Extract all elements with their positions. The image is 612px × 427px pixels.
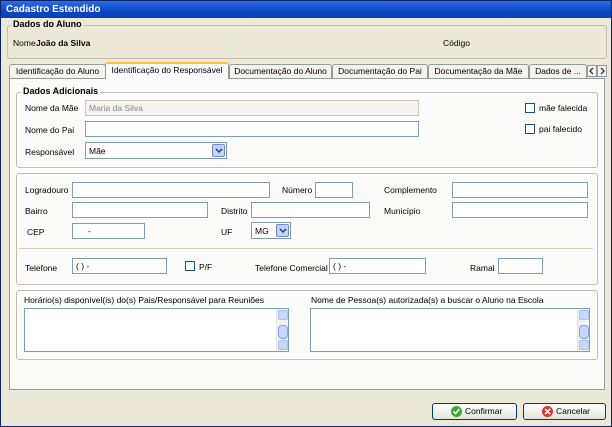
numero-label: Número (282, 185, 313, 195)
cep-field[interactable]: - (72, 223, 145, 239)
nome-value: João da Silva (36, 38, 91, 48)
aluno-group (7, 25, 607, 59)
pessoas-memo[interactable] (310, 308, 590, 352)
scroll-down-icon[interactable] (579, 340, 589, 350)
scroll-up-icon[interactable] (579, 310, 589, 320)
chevron-down-icon[interactable] (212, 144, 225, 157)
bairro-field[interactable] (72, 202, 208, 218)
uf-label: UF (221, 227, 233, 237)
scroll-thumb[interactable] (278, 325, 288, 339)
pai-falecido-checkbox[interactable] (525, 124, 535, 134)
check-icon (451, 406, 462, 417)
responsavel-label: Responsável (25, 147, 75, 157)
tel-comercial-label: Telefone Comercial (255, 263, 328, 273)
tab-documentacao-aluno[interactable]: Documentação do Aluno (229, 64, 332, 78)
pf-checkbox[interactable] (185, 261, 195, 271)
nome-mae-label: Nome da Mãe (25, 103, 79, 113)
adicionais-legend: Dados Adicionais (21, 86, 101, 96)
uf-select[interactable]: MG (251, 222, 291, 239)
telefone-label: Telefone (25, 263, 58, 273)
nome-mae-field: Maria da Silva (85, 100, 419, 116)
ramal-field[interactable] (498, 258, 543, 274)
numero-field[interactable] (315, 182, 353, 198)
logradouro-label: Logradouro (25, 185, 69, 195)
tab-documentacao-mae[interactable]: Documentação da Mãe (428, 64, 529, 78)
cancelar-label: Cancelar (556, 406, 591, 416)
ramal-label: Ramal (470, 263, 495, 273)
horario-memo[interactable] (24, 308, 289, 352)
horario-scrollbar[interactable] (276, 309, 288, 351)
uf-value: MG (255, 226, 269, 236)
pessoas-scrollbar[interactable] (577, 309, 589, 351)
horario-label: Horário(s) disponível(is) do(s) Pais/Res… (24, 295, 264, 305)
municipio-label: Município (384, 206, 421, 216)
complemento-label: Complemento (384, 185, 437, 195)
nome-label: Nome (13, 38, 36, 48)
mae-falecida-label: mãe falecida (539, 103, 588, 113)
telefone-field[interactable]: ( ) - (72, 258, 167, 274)
window-title: Cadastro Estendido (1, 1, 611, 18)
cancelar-button[interactable]: Cancelar (523, 403, 606, 420)
pf-label: P/F (199, 262, 213, 272)
pessoas-label: Nome de Pessoa(s) autorizada(s) a buscar… (311, 295, 544, 305)
tab-identificacao-aluno[interactable]: Identificação do Aluno (9, 64, 106, 78)
distrito-label: Distrito (221, 206, 248, 216)
tab-documentacao-pai[interactable]: Documentação do Pai (332, 64, 428, 78)
scroll-thumb[interactable] (579, 325, 589, 339)
mae-falecida-checkbox[interactable] (525, 103, 535, 113)
nome-pai-label: Nome do Pai (25, 125, 75, 135)
tab-dados-extra[interactable]: Dados de ... (529, 64, 587, 78)
responsavel-select[interactable]: Mãe (85, 142, 227, 159)
chevron-down-icon[interactable] (276, 224, 289, 237)
cep-label: CEP (27, 227, 45, 237)
pai-falecido-label: pai falecido (539, 124, 583, 134)
tab-identificacao-responsavel[interactable]: Identificação do Responsável (105, 62, 229, 79)
responsavel-value: Mãe (89, 146, 106, 156)
confirmar-button[interactable]: Confirmar (432, 403, 517, 420)
divider (19, 248, 593, 249)
dialog-window: Cadastro Estendido Dados do Aluno Nome J… (0, 0, 612, 427)
logradouro-field[interactable] (72, 182, 270, 198)
aluno-legend: Dados do Aluno (11, 19, 84, 29)
municipio-field[interactable] (452, 202, 588, 218)
tab-scroll-left-icon[interactable] (587, 65, 597, 77)
tab-scroll-right-icon[interactable] (597, 65, 607, 77)
confirmar-label: Confirmar (465, 406, 503, 416)
complemento-field[interactable] (452, 182, 588, 198)
scroll-down-icon[interactable] (278, 340, 288, 350)
nome-pai-field[interactable] (85, 121, 419, 137)
tel-comercial-field[interactable]: ( ) - (329, 258, 426, 274)
distrito-field[interactable] (251, 202, 370, 218)
codigo-label: Código (443, 38, 470, 48)
close-icon (542, 406, 553, 417)
scroll-up-icon[interactable] (278, 310, 288, 320)
bairro-label: Bairro (25, 206, 48, 216)
